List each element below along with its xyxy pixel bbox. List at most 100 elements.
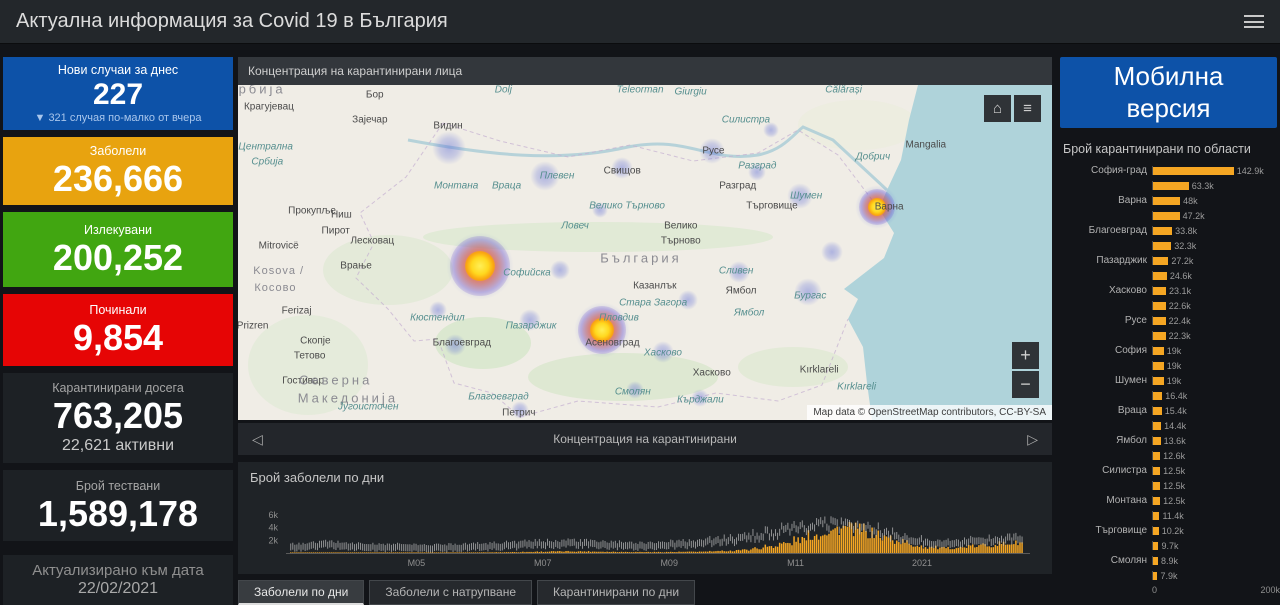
- card-tested: Брой тествани 1,589,178: [3, 470, 233, 541]
- carousel-caption: Концентрация на карантинирани: [553, 432, 737, 446]
- legend-icon[interactable]: ≡: [1014, 95, 1041, 122]
- region-bar-track: 12.5k: [1152, 481, 1280, 491]
- updated-date: 22/02/2021: [77, 580, 159, 598]
- region-label: Смолян: [1110, 555, 1147, 566]
- card-infected-title: Заболели: [89, 144, 147, 159]
- svg-text:M11: M11: [787, 558, 804, 568]
- region-bar-row: 22.6k: [1060, 298, 1280, 313]
- region-bar: [1153, 496, 1161, 505]
- region-bar-row: 32.3k: [1060, 238, 1280, 253]
- region-bar-value: 15.4k: [1164, 405, 1187, 416]
- region-bar: [1153, 256, 1169, 265]
- map-panel: Концентрация на карантинирани лица Србиј…: [238, 57, 1052, 420]
- region-bar-row: 47.2k: [1060, 208, 1280, 223]
- card-updated: Актуализирано към дата 22/02/2021: [3, 555, 233, 605]
- region-bar-row: Шумен 19k: [1060, 373, 1280, 388]
- region-bar-row: Монтана 12.5k: [1060, 493, 1280, 508]
- card-quarantined-title: Карантинирани досега: [52, 381, 184, 396]
- tab-zaboleli-po-dni[interactable]: Заболели по дни: [238, 580, 365, 605]
- mobile-version-button[interactable]: Мобилна версия: [1060, 57, 1277, 128]
- svg-text:2k: 2k: [268, 535, 278, 545]
- region-bar-value: 19k: [1166, 360, 1182, 371]
- card-new-cases: Нови случаи за днес 227 ▼ 321 случая по-…: [3, 57, 233, 130]
- region-bar-track: 7.9k: [1152, 570, 1280, 581]
- region-label: Враца: [1117, 405, 1147, 416]
- svg-text:M05: M05: [408, 558, 426, 568]
- map-attribution[interactable]: Map data © OpenStreetMap contributors, C…: [807, 405, 1052, 420]
- region-bar-value: 14.4k: [1164, 420, 1187, 431]
- region-bar: [1153, 571, 1158, 580]
- region-bar: [1153, 226, 1173, 235]
- region-bar-track: 9.7k: [1152, 541, 1280, 551]
- zoom-in-button[interactable]: +: [1012, 342, 1039, 369]
- region-bar-row: 12.5k: [1060, 478, 1280, 493]
- region-bar-row: 24.6k: [1060, 268, 1280, 283]
- home-icon[interactable]: ⌂: [984, 95, 1011, 122]
- region-bar: [1153, 241, 1172, 250]
- region-bar-value: 22.4k: [1168, 315, 1191, 326]
- region-bar-value: 7.9k: [1160, 570, 1178, 581]
- region-bar: [1153, 436, 1161, 445]
- svg-text:4k: 4k: [268, 523, 278, 533]
- updated-label: Актуализирано към дата: [32, 562, 204, 580]
- region-bar-value: 11.4k: [1162, 510, 1184, 521]
- region-bar: [1153, 466, 1161, 475]
- region-bar: [1153, 316, 1166, 325]
- svg-text:M07: M07: [534, 558, 552, 568]
- map-canvas[interactable]: СрбијаКрагујевацБорЗајечарВидинDoljTeleo…: [238, 85, 1052, 420]
- map-toolbar: ⌂ ≡: [984, 95, 1041, 122]
- mobile-version-line2: версия: [1126, 92, 1211, 123]
- region-axis-max: 200k: [1260, 585, 1280, 595]
- card-tested-title: Брой тествани: [75, 478, 161, 493]
- region-bar-value: 47.2k: [1182, 210, 1205, 221]
- region-axis-min: 0: [1152, 585, 1158, 595]
- region-bar-track: 19k: [1152, 375, 1280, 386]
- region-bar-value: 33.8k: [1175, 225, 1198, 236]
- region-bar: [1153, 181, 1189, 190]
- region-bar-value: 63.3k: [1191, 180, 1214, 191]
- region-bar-track: 27.2k: [1152, 256, 1280, 266]
- daily-chart-panel: Брой заболели по дни 2k 4k 6k M05 M07 M09 M11 2…: [238, 462, 1052, 574]
- carousel-next-icon[interactable]: ▷: [1027, 431, 1038, 448]
- region-bar: [1153, 556, 1159, 565]
- region-bar-row: София-град 142.9k: [1060, 163, 1280, 178]
- region-bar-value: 22.3k: [1168, 330, 1191, 341]
- svg-text:2021: 2021: [912, 558, 932, 568]
- region-bar-value: 24.6k: [1169, 270, 1192, 281]
- region-bar-track: 10.2k: [1152, 526, 1280, 536]
- region-bar: [1153, 421, 1162, 430]
- header: Актуална информация за Covid 19 в Българ…: [0, 0, 1280, 44]
- region-bar-track: 22.3k: [1152, 330, 1280, 341]
- zoom-out-button[interactable]: −: [1012, 371, 1039, 398]
- region-bar-value: 8.9k: [1161, 555, 1179, 566]
- region-bar-track: 11.4k: [1152, 510, 1280, 521]
- tab-zaboleli-s-natrupvane[interactable]: Заболели с натрупване: [369, 580, 532, 605]
- region-bar-value: 12.6k: [1163, 450, 1186, 461]
- region-bar-track: 142.9k: [1152, 165, 1280, 176]
- region-bar: [1153, 406, 1162, 415]
- region-bar: [1153, 301, 1166, 310]
- region-bar: [1153, 511, 1160, 520]
- region-bar-value: 142.9k: [1236, 165, 1264, 176]
- region-bar-row: 11.4k: [1060, 508, 1280, 523]
- region-bar: [1153, 526, 1159, 535]
- region-bar-row: 16.4k: [1060, 388, 1280, 403]
- region-bar: [1153, 346, 1164, 355]
- svg-text:6k: 6k: [268, 510, 278, 520]
- region-label: Силистра: [1102, 465, 1147, 476]
- region-bar: [1153, 211, 1180, 220]
- region-bar-row: Пазарджик 27.2k: [1060, 253, 1280, 268]
- card-recovered: Излекувани 200,252: [3, 212, 233, 287]
- carousel-prev-icon[interactable]: ◁: [252, 431, 263, 448]
- tab-karantinirani-po-dni[interactable]: Карантинирани по дни: [537, 580, 696, 605]
- region-bar-track: 24.6k: [1152, 270, 1280, 281]
- region-bar-track: 14.4k: [1152, 420, 1280, 431]
- region-bar-value: 19k: [1166, 375, 1182, 386]
- region-bar-track: 15.4k: [1152, 405, 1280, 416]
- card-infected-value: 236,666: [52, 158, 184, 200]
- menu-icon[interactable]: [1244, 15, 1264, 28]
- region-bar-track: 22.6k: [1152, 301, 1280, 311]
- region-bar-row: 63.3k: [1060, 178, 1280, 193]
- region-bar-row: Ямбол 13.6k: [1060, 433, 1280, 448]
- region-label: София-град: [1091, 165, 1147, 176]
